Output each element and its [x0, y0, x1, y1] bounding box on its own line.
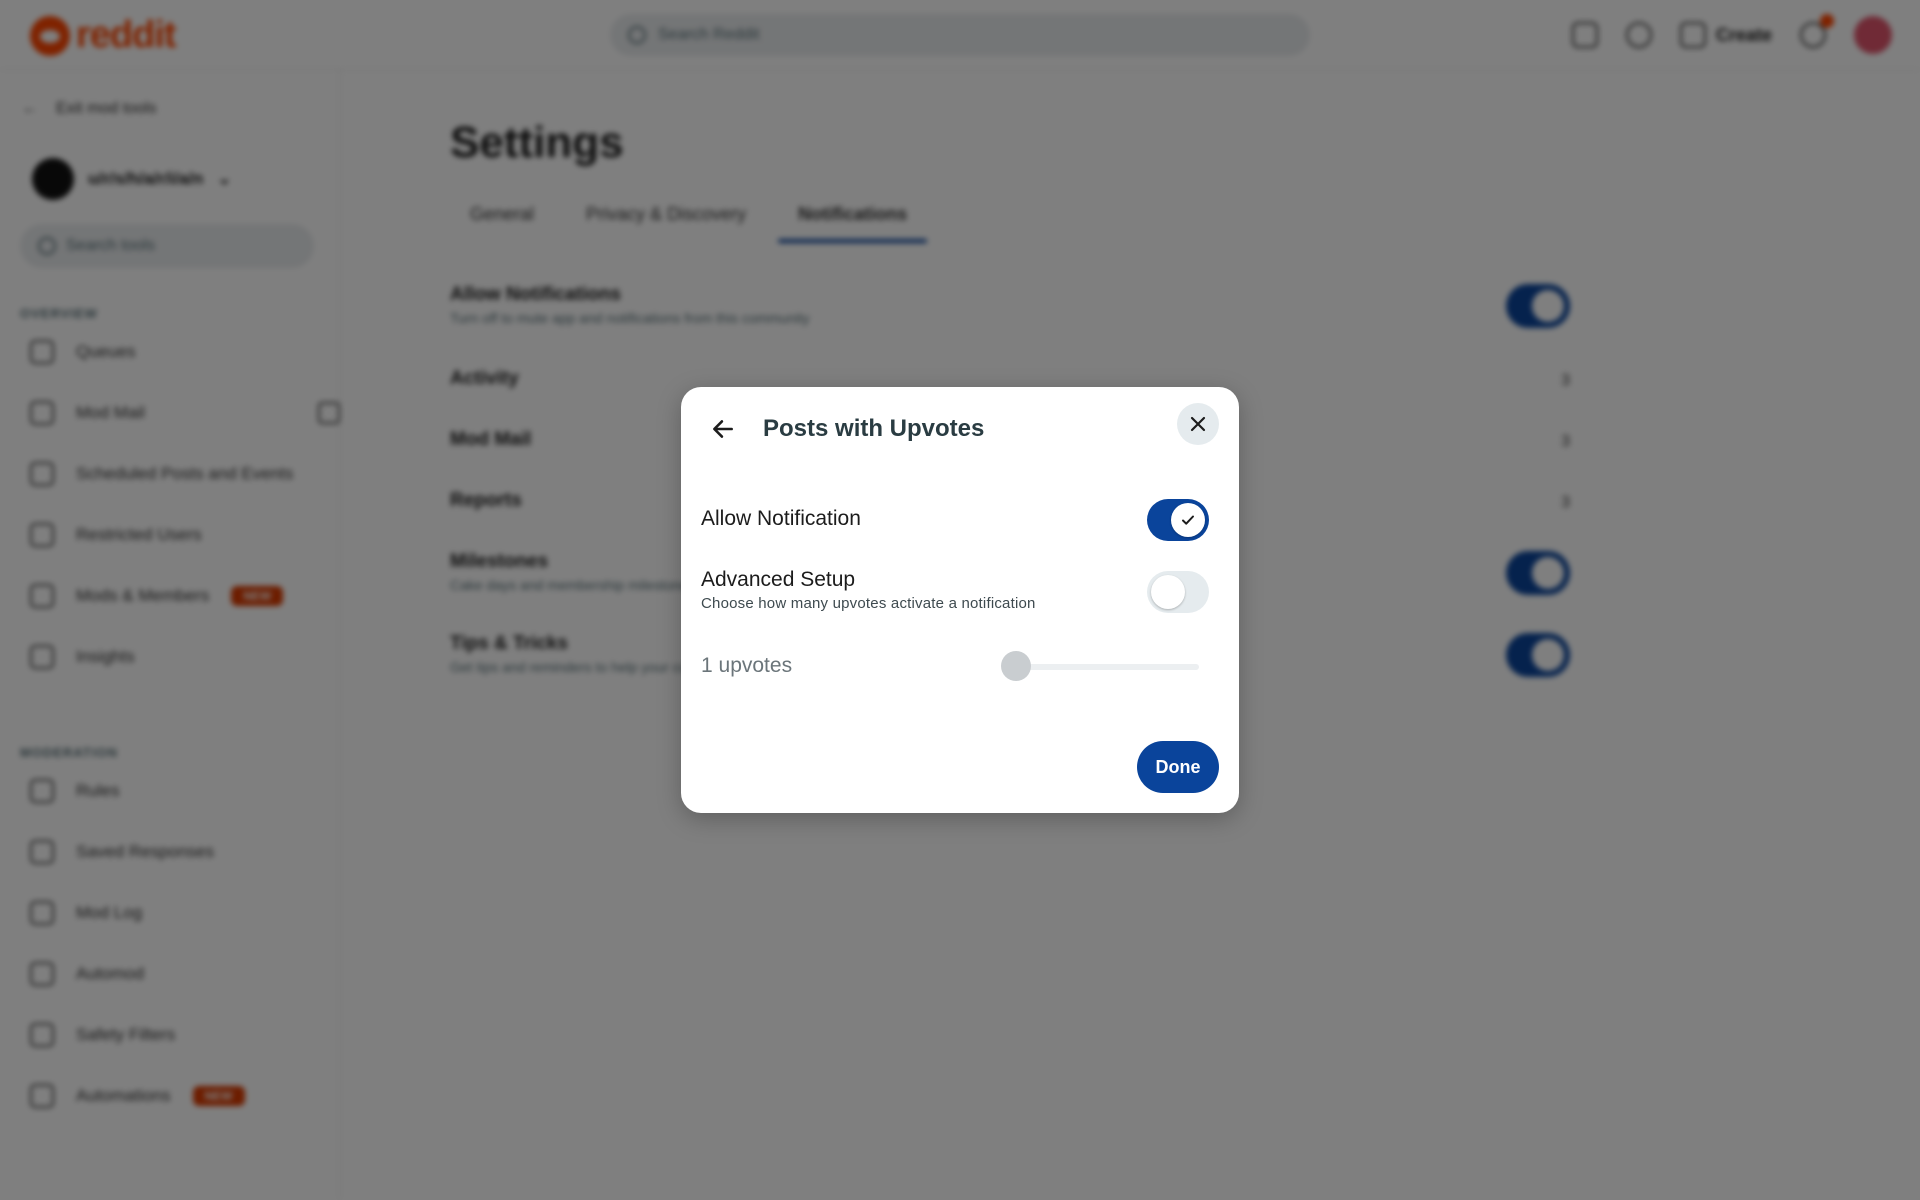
arrow-left-icon — [713, 420, 733, 438]
allow-notification-label: Allow Notification — [701, 507, 861, 530]
posts-with-upvotes-dialog: Posts with Upvotes Allow Notification Ad… — [681, 387, 1239, 813]
dialog-title: Posts with Upvotes — [763, 415, 985, 442]
upvotes-slider-track[interactable] — [1007, 664, 1199, 670]
advanced-setup-row: Advanced Setup Choose how many upvotes a… — [701, 568, 1209, 618]
upvotes-slider-label: 1 upvotes — [701, 654, 793, 677]
close-button[interactable] — [1177, 403, 1219, 445]
allow-notification-row: Allow Notification — [701, 499, 1209, 541]
toggle-knob — [1151, 575, 1185, 609]
close-icon — [1190, 416, 1206, 432]
allow-notification-toggle[interactable] — [1147, 499, 1209, 541]
back-button[interactable] — [701, 407, 745, 451]
advanced-setup-description: Choose how many upvotes activate a notif… — [701, 595, 1036, 612]
toggle-knob — [1171, 503, 1205, 537]
dialog-header: Posts with Upvotes — [701, 403, 1219, 451]
advanced-setup-toggle[interactable] — [1147, 571, 1209, 613]
upvotes-slider-row: 1 upvotes — [701, 648, 1199, 684]
advanced-setup-label: Advanced Setup — [701, 568, 856, 591]
done-button[interactable]: Done — [1137, 741, 1219, 793]
upvotes-slider-thumb[interactable] — [1001, 651, 1031, 681]
checkmark-icon — [1182, 515, 1194, 525]
